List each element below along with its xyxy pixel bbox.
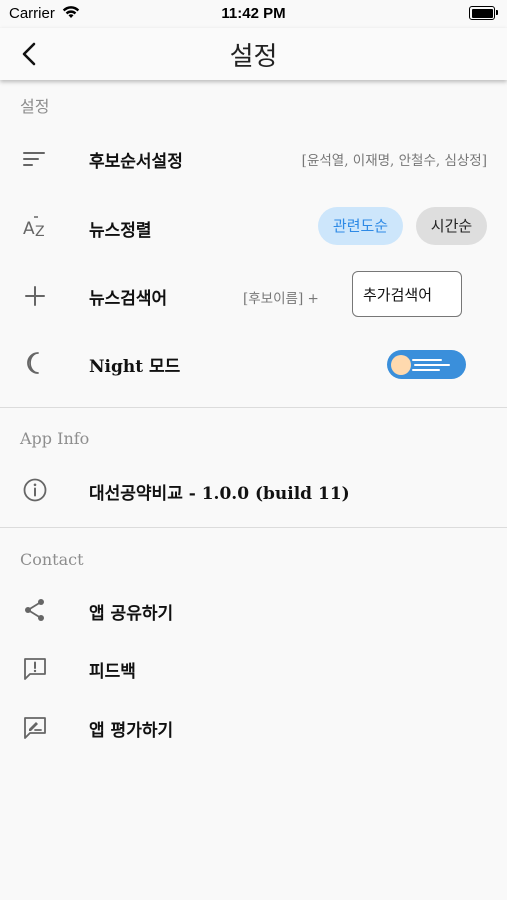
navigation-bar: 설정 (0, 28, 507, 80)
svg-text:A: A (23, 219, 35, 239)
section-divider (0, 407, 507, 408)
keyword-prefix: [후보이름] + (243, 291, 319, 307)
share-app-label: 앱 공유하기 (89, 604, 174, 624)
candidate-order-label: 후보순서설정 (89, 152, 183, 172)
info-icon (23, 478, 47, 502)
additional-keyword-input[interactable]: 추가검색어 (352, 271, 462, 317)
sort-time-button[interactable]: 시간순 (416, 207, 487, 245)
section-divider (0, 527, 507, 528)
toggle-streak (414, 364, 450, 366)
share-icon (25, 599, 44, 621)
night-mode-toggle[interactable] (387, 350, 466, 379)
rate-app-label: 앱 평가하기 (89, 721, 174, 741)
feedback-label: 피드백 (89, 662, 136, 682)
toggle-streak (412, 359, 442, 361)
rate-review-icon (24, 717, 46, 739)
clock: 11:42 PM (221, 5, 286, 22)
night-mode-label: Night 모드 (89, 357, 181, 377)
news-keyword-label: 뉴스검색어 (89, 289, 168, 309)
moon-icon (27, 352, 39, 374)
sort-lines-icon (23, 152, 45, 166)
toggle-knob (391, 355, 411, 375)
app-version-label: 대선공약비교 - 1.0.0 (build 11) (89, 484, 350, 504)
status-bar: Carrier 11:42 PM (0, 0, 507, 28)
battery-icon (469, 6, 498, 20)
section-header-contact: Contact (20, 550, 84, 569)
candidate-order-value: [윤석열, 이재명, 안철수, 심상정] (301, 153, 487, 169)
plus-icon (25, 286, 45, 306)
az-sort-icon: A Z (23, 216, 45, 240)
toggle-streak (412, 369, 440, 371)
svg-text:Z: Z (35, 224, 45, 240)
sort-relevance-button[interactable]: 관련도순 (318, 207, 403, 245)
section-header-app-info: App Info (20, 429, 90, 448)
feedback-icon (24, 658, 46, 680)
section-header-settings: 설정 (20, 97, 50, 116)
page-title: 설정 (229, 42, 278, 72)
news-sort-label: 뉴스정렬 (89, 221, 152, 241)
